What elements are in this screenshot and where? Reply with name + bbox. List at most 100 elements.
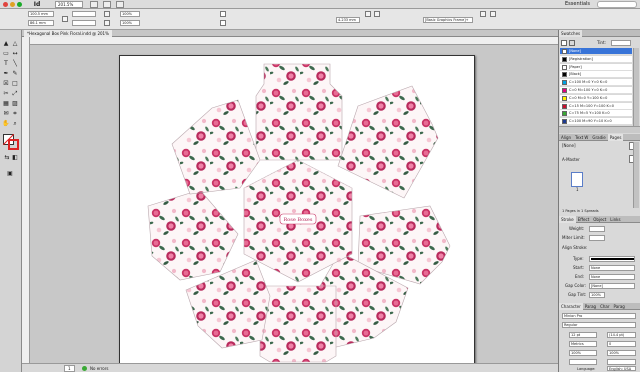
leading-field[interactable]: (14.4 pt) (607, 332, 636, 338)
preflight-status-icon[interactable] (82, 366, 87, 371)
arrange-documents-icon[interactable] (116, 1, 124, 8)
type-tool-icon[interactable]: T (2, 60, 10, 68)
miter-limit-field[interactable] (589, 235, 605, 241)
rotate-icon[interactable] (104, 11, 110, 17)
weight-field[interactable] (589, 226, 605, 232)
gap-tint-field[interactable]: 100% (589, 292, 605, 298)
preview-mode-icon[interactable]: ▣ (6, 170, 14, 178)
scale-y-field[interactable]: 100% (120, 20, 140, 26)
note-tool-icon[interactable]: ✉ (2, 110, 10, 118)
character-tab[interactable]: Character (559, 303, 583, 310)
gradient-feather-tool-icon[interactable]: ▨ (11, 100, 19, 108)
character-styles-tab[interactable]: Char (598, 303, 611, 310)
paragraph-styles-tab[interactable]: Parag (612, 303, 627, 310)
direct-selection-tool-icon[interactable]: △ (11, 40, 19, 48)
workspace-switcher[interactable]: Essentials (565, 1, 590, 8)
document-page[interactable]: Rose Boxes (119, 55, 475, 367)
effects-icon[interactable] (365, 11, 371, 17)
rectangle-frame-tool-icon[interactable]: ☒ (2, 80, 10, 88)
selection-tool-icon[interactable]: ▲ (2, 40, 10, 48)
a-master-label[interactable]: A-Master (562, 157, 580, 163)
swatches-scrollbar[interactable] (633, 48, 639, 126)
zoom-window-button[interactable] (17, 2, 22, 7)
x-position-field[interactable]: 100.5 mm (28, 11, 54, 17)
swatch-row[interactable]: C=100 M=90 Y=10 K=0 (560, 118, 632, 126)
constrain-proportions-icon[interactable] (62, 16, 68, 22)
gap-color-dropdown[interactable]: [None] (589, 283, 635, 289)
swap-fill-stroke-icon[interactable]: ⇆ (3, 154, 11, 162)
effects-tab[interactable]: Effect (576, 216, 592, 223)
stroke-weight-field[interactable]: 4.233 mm (336, 17, 360, 23)
type-dropdown[interactable] (589, 256, 635, 262)
tint-field[interactable] (611, 40, 631, 46)
start-dropdown[interactable]: None (589, 265, 635, 271)
baseline-shift-field[interactable] (569, 359, 597, 365)
height-field[interactable] (72, 20, 96, 26)
paragraph-tab[interactable]: Parag (583, 303, 598, 310)
line-tool-icon[interactable]: ╲ (11, 60, 19, 68)
page-number-field[interactable]: 1 (64, 365, 75, 372)
pencil-tool-icon[interactable]: ✎ (11, 70, 19, 78)
stroke-tab[interactable]: Stroke (559, 216, 576, 223)
stroke-swatch-icon[interactable] (220, 20, 226, 26)
gradient-tool-icon[interactable]: ▦ (2, 100, 10, 108)
fill-stroke-icon[interactable] (3, 134, 19, 150)
zoom-level-field[interactable]: 201.5% (55, 1, 83, 8)
pen-tool-icon[interactable]: ✒ (2, 70, 10, 78)
eyedropper-tool-icon[interactable]: ⌗ (11, 110, 19, 118)
swatch-row[interactable]: C=0 M=100 Y=0 K=0 (560, 87, 632, 94)
kerning-field[interactable]: Metrics (569, 341, 597, 347)
gap-tool-icon[interactable]: ↔ (11, 50, 19, 58)
font-family-dropdown[interactable]: Minion Pro (562, 313, 636, 319)
free-transform-tool-icon[interactable]: ⤢ (11, 90, 19, 98)
view-options-icon[interactable] (90, 1, 98, 8)
object-style-dropdown[interactable]: [Basic Graphics Frame]+ (423, 17, 473, 23)
document-tab[interactable]: *Hexagonal Box Pink Floral.indd @ 201% (24, 30, 112, 37)
page-tool-icon[interactable]: ▭ (2, 50, 10, 58)
pages-tab[interactable]: Pages (607, 134, 624, 141)
fill-icon[interactable] (561, 40, 567, 46)
stroke-icon[interactable] (569, 40, 575, 46)
links-tab[interactable]: Links (608, 216, 622, 223)
fitting-icon[interactable] (480, 11, 486, 17)
language-dropdown[interactable]: English: USA (607, 366, 636, 371)
font-size-field[interactable]: 12 pt (569, 332, 597, 338)
gradient-tab[interactable]: Gradie (590, 134, 607, 141)
swatch-row[interactable]: [Black] (560, 71, 632, 79)
search-field[interactable] (597, 1, 637, 8)
swatch-row[interactable]: C=0 M=0 Y=100 K=0 (560, 94, 632, 102)
zoom-tool-icon[interactable]: ⌕ (11, 120, 19, 128)
swatch-row[interactable]: C=75 M=5 Y=100 K=0 (560, 110, 632, 118)
minimize-window-button[interactable] (10, 2, 15, 7)
drop-shadow-icon[interactable] (374, 11, 380, 17)
object-tab[interactable]: Object (591, 216, 608, 223)
close-window-button[interactable] (3, 2, 8, 7)
hand-tool-icon[interactable]: ✋ (2, 120, 10, 128)
fill-swatch-icon[interactable] (220, 11, 226, 17)
swatches-tab[interactable]: Swatches (559, 30, 583, 37)
scissors-tool-icon[interactable]: ✂ (2, 90, 10, 98)
vertical-scale-field[interactable]: 100% (569, 350, 597, 356)
none-master-label[interactable]: [None] (562, 143, 576, 149)
default-fill-stroke-icon[interactable]: ◧ (11, 154, 19, 162)
swatch-row[interactable]: [Paper] (560, 63, 632, 71)
width-field[interactable] (72, 11, 96, 17)
rectangle-tool-icon[interactable]: □ (11, 80, 19, 88)
end-dropdown[interactable]: None (589, 274, 635, 280)
pages-scrollbar[interactable] (633, 142, 639, 208)
swatch-row[interactable]: [Registration] (560, 55, 632, 63)
swatch-row[interactable]: C=15 M=100 Y=100 K=0 (560, 102, 632, 110)
swatch-row[interactable]: C=100 M=0 Y=0 K=0 (560, 79, 632, 87)
scale-x-field[interactable]: 100% (120, 11, 140, 17)
y-position-field[interactable]: 86.1 mm (28, 20, 54, 26)
align-icon[interactable] (490, 11, 496, 17)
screen-mode-icon[interactable] (103, 1, 111, 8)
page-1-thumbnail[interactable] (571, 172, 583, 187)
text-wrap-tab[interactable]: Text W (573, 134, 590, 141)
horizontal-scale-field[interactable]: 100% (607, 350, 636, 356)
align-tab[interactable]: Align (559, 134, 573, 141)
font-style-dropdown[interactable]: Regular (562, 322, 636, 328)
swatch-row[interactable]: [None] (560, 48, 632, 55)
pasteboard[interactable]: Rose Boxes (30, 45, 558, 367)
hexagonal-box-template[interactable]: Rose Boxes (120, 56, 476, 368)
